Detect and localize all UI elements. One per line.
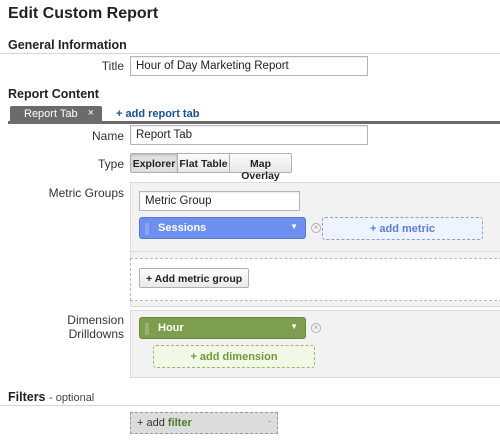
metric-label: Sessions (158, 222, 207, 234)
metric-groups-label: Metric Groups (48, 186, 124, 200)
type-flat-table-button[interactable]: Flat Table (177, 153, 230, 173)
drag-handle-icon[interactable] (145, 323, 149, 335)
type-label: Type (97, 157, 124, 171)
metric-sessions-pill[interactable]: Sessions ▼ (139, 217, 306, 239)
type-explorer-button[interactable]: Explorer (130, 153, 178, 173)
caret-down-icon[interactable]: - (268, 416, 271, 426)
tab-label: Report Tab (24, 108, 78, 120)
add-filter-dropzone[interactable]: + add filter - (130, 412, 278, 434)
name-input[interactable] (130, 125, 368, 145)
add-metric-dropzone[interactable]: + add metric (322, 217, 483, 240)
title-input[interactable] (130, 56, 368, 76)
add-filter-prefix: + add (137, 417, 165, 429)
add-filter-word: filter (167, 417, 192, 429)
drag-handle-icon[interactable] (145, 223, 149, 235)
close-circle-icon[interactable]: × (311, 323, 321, 333)
caret-down-icon[interactable]: ▼ (290, 322, 298, 331)
general-information-heading: General Information (8, 38, 127, 52)
panel-divider (130, 251, 500, 252)
page-title: Edit Custom Report (8, 5, 159, 22)
add-metric-group-button[interactable]: + Add metric group (139, 268, 250, 288)
close-icon[interactable]: × (88, 107, 94, 119)
report-content-heading: Report Content (8, 87, 99, 101)
type-map-overlay-button[interactable]: Map Overlay (229, 153, 292, 182)
filters-optional-note: - optional (49, 392, 95, 404)
add-dimension-dropzone[interactable]: + add dimension (153, 345, 315, 368)
section-divider (0, 53, 500, 54)
dimension-hour-pill[interactable]: Hour ▼ (139, 317, 306, 339)
section-divider (0, 405, 500, 406)
tab-report-tab[interactable]: Report Tab × (10, 106, 102, 122)
dimension-drilldowns-label: Dimension Drilldowns (67, 313, 124, 341)
title-label: Title (101, 59, 124, 73)
tab-strip (8, 121, 500, 124)
close-circle-icon[interactable]: × (311, 223, 321, 233)
filters-heading: Filters (8, 390, 46, 404)
add-report-tab-link[interactable]: + add report tab (116, 108, 199, 120)
dimension-label: Hour (158, 322, 184, 334)
caret-down-icon[interactable]: ▼ (290, 222, 298, 231)
name-label: Name (91, 129, 124, 143)
filters-heading-row: Filters - optional (8, 390, 94, 404)
metric-group-name-input[interactable] (139, 191, 300, 211)
